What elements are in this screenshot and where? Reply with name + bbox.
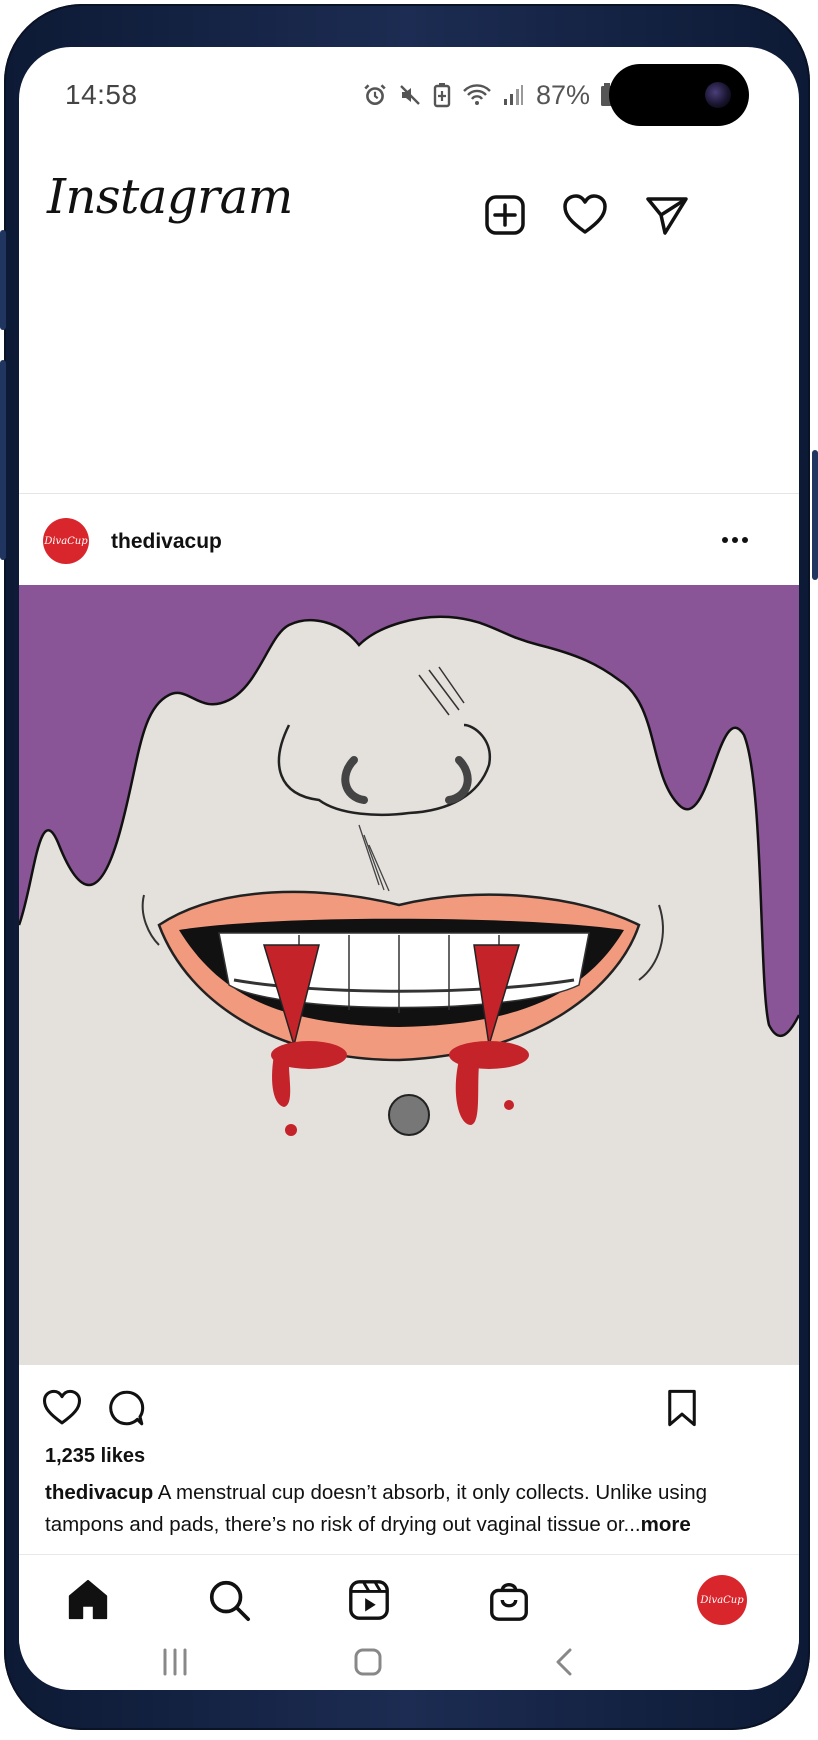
signal-icon (502, 83, 524, 107)
bottom-nav: DivaCup (19, 1554, 799, 1645)
add-post-icon[interactable] (481, 191, 529, 239)
system-nav (19, 1644, 799, 1690)
side-button-left-2 (0, 360, 6, 560)
instagram-logo[interactable]: Instagram (47, 169, 293, 225)
heart-icon[interactable] (561, 191, 609, 239)
home-button-icon[interactable] (348, 1642, 388, 1682)
status-icons: 87% (362, 77, 614, 113)
camera-lens (705, 82, 731, 108)
wifi-icon (462, 83, 492, 107)
status-bar: 14:58 87% (19, 47, 799, 147)
post-image[interactable] (19, 585, 799, 1365)
post-avatar[interactable]: DivaCup (43, 518, 89, 564)
caption-username[interactable]: thedivacup (45, 1481, 153, 1504)
camera-cutout (609, 64, 749, 126)
alarm-icon (362, 82, 388, 108)
post-username[interactable]: thedivacup (111, 530, 222, 554)
post-header: DivaCup thedivacup (19, 494, 799, 590)
back-icon[interactable] (545, 1642, 585, 1682)
search-icon[interactable] (206, 1577, 252, 1623)
caption-more-link[interactable]: more (641, 1513, 691, 1536)
home-icon[interactable] (65, 1577, 111, 1623)
reels-icon[interactable] (346, 1577, 392, 1623)
app-header: Instagram (19, 147, 799, 257)
comment-icon[interactable] (105, 1387, 147, 1429)
battery-percent: 87% (536, 79, 591, 110)
bookmark-icon[interactable] (661, 1387, 703, 1429)
likes-count[interactable]: 1,235 likes (45, 1445, 145, 1468)
screen: 14:58 87% Instagram DivaCup thedivacup 1… (19, 47, 799, 1690)
mute-icon (398, 83, 422, 107)
side-button-left (0, 230, 6, 330)
status-time: 14:58 (65, 79, 138, 110)
shop-icon[interactable] (486, 1577, 532, 1623)
stories-area (19, 257, 799, 494)
post-actions (19, 1365, 799, 1445)
battery-saver-icon (432, 82, 452, 108)
profile-avatar[interactable]: DivaCup (697, 1575, 747, 1625)
phone-device: 14:58 87% Instagram DivaCup thedivacup 1… (0, 0, 818, 1740)
side-button-right (812, 450, 818, 580)
more-options-icon[interactable] (719, 532, 751, 548)
recents-icon[interactable] (155, 1642, 195, 1682)
post-caption: thedivacup A menstrual cup doesn’t absor… (45, 1477, 775, 1541)
like-icon[interactable] (41, 1387, 83, 1429)
post-illustration (19, 585, 799, 1365)
send-icon[interactable] (643, 191, 691, 239)
